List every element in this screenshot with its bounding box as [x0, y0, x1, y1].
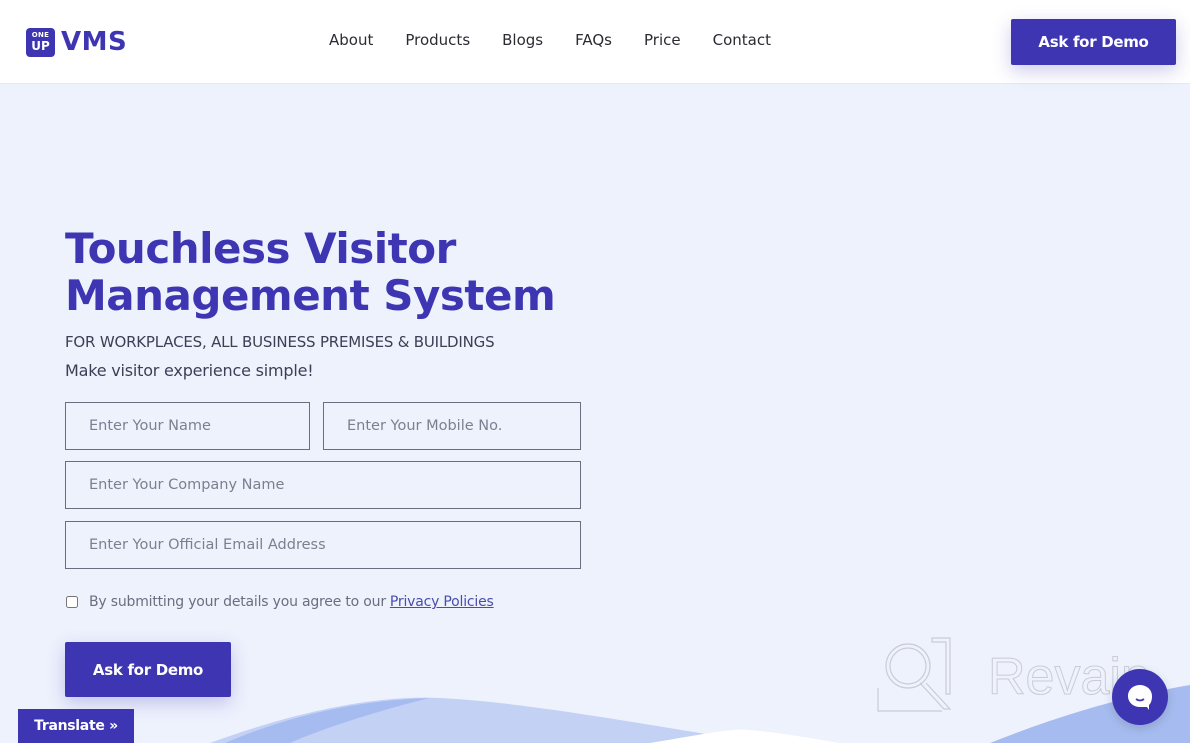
logo-badge-top: ONE — [31, 31, 50, 39]
consent-text: By submitting your details you agree to … — [89, 594, 386, 610]
company-input[interactable] — [65, 461, 581, 509]
hero-title-line1: Touchless Visitor — [65, 224, 456, 273]
logo-text: VMS — [61, 27, 128, 57]
hero-title-line2: Management System — [65, 271, 556, 320]
privacy-policies-link[interactable]: Privacy Policies — [390, 594, 494, 610]
name-input[interactable] — [65, 402, 310, 450]
chat-bubble-icon — [1128, 685, 1152, 710]
consent-checkbox[interactable] — [66, 596, 78, 608]
email-input[interactable] — [65, 521, 581, 569]
hero-tagline: Make visitor experience simple! — [65, 361, 314, 380]
nav-products[interactable]: Products — [405, 31, 470, 49]
translate-button[interactable]: Translate » — [18, 709, 134, 743]
nav-blogs[interactable]: Blogs — [502, 31, 543, 49]
nav-contact[interactable]: Contact — [713, 31, 771, 49]
logo[interactable]: ONE UP VMS — [26, 27, 127, 57]
revain-logo-icon — [877, 637, 952, 712]
consent-row: By submitting your details you agree to … — [66, 594, 494, 610]
logo-badge-icon: ONE UP — [26, 27, 55, 57]
mobile-input[interactable] — [323, 402, 581, 450]
nav-price[interactable]: Price — [644, 31, 681, 49]
hero-title: Touchless Visitor Management System — [65, 224, 556, 320]
logo-badge-bottom: UP — [31, 39, 50, 53]
hero-subtitle: FOR WORKPLACES, ALL BUSINESS PREMISES & … — [65, 333, 495, 351]
header-ask-demo-button[interactable]: Ask for Demo — [1011, 19, 1176, 65]
nav-about[interactable]: About — [329, 31, 373, 49]
nav-faqs[interactable]: FAQs — [575, 31, 612, 49]
chat-widget-button[interactable] — [1112, 669, 1168, 725]
main-nav: About Products Blogs FAQs Price Contact — [329, 31, 803, 49]
site-header: ONE UP VMS About Products Blogs FAQs Pri… — [0, 0, 1190, 84]
